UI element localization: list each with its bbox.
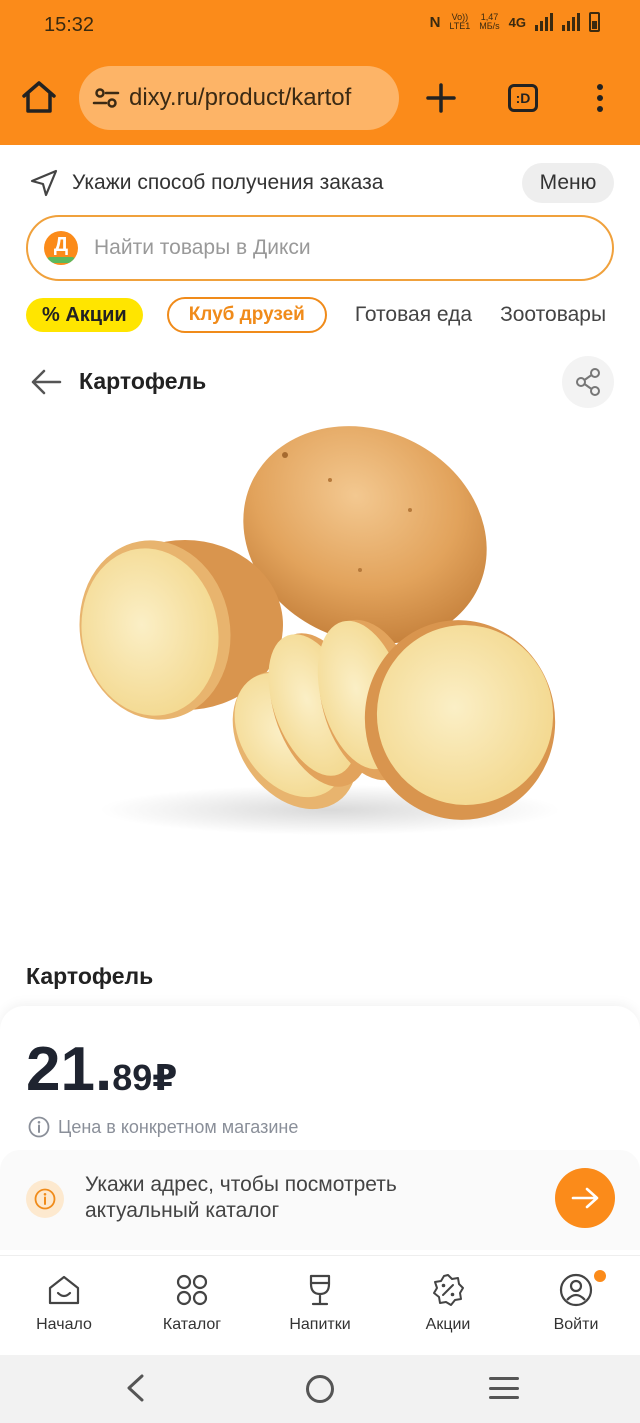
dixy-logo-icon: Д (44, 231, 78, 265)
logo-letter: Д (53, 233, 69, 256)
tab-home[interactable]: Начало (0, 1256, 128, 1356)
network-speed-unit: MБ/s (479, 21, 500, 31)
catalog-grid-icon (176, 1274, 208, 1306)
status-icons: N Vo)) LTE1 1,47 MБ/s 4G (430, 12, 600, 32)
site-settings-icon[interactable] (91, 83, 121, 113)
search-bar[interactable]: Д (26, 215, 614, 281)
tab-catalog-label: Каталог (162, 1316, 222, 1333)
tab-login[interactable]: Войти (512, 1256, 640, 1356)
url-text[interactable]: dixy.ru/product/kartof (129, 84, 351, 112)
menu-button[interactable]: Меню (522, 163, 614, 203)
category-chips: % Акции Клуб друзей Готовая еда Зоотовар… (26, 297, 640, 333)
tabs-button[interactable]: :D (508, 84, 538, 112)
home-icon (48, 1275, 80, 1305)
system-home-icon[interactable] (306, 1375, 334, 1403)
nfc-icon: N (429, 13, 441, 31)
price-note: Цена в конкретном магазине (28, 1116, 298, 1138)
price-currency: ₽ (152, 1057, 178, 1098)
signal-icon-sim2 (562, 13, 580, 31)
info-icon (28, 1116, 50, 1138)
tab-login-label: Войти (553, 1316, 599, 1333)
browser-home-icon[interactable] (20, 78, 58, 116)
tab-catalog[interactable]: Каталог (128, 1256, 256, 1356)
delivery-prompt: Укажи способ получения заказа (72, 171, 384, 194)
page-title: Картофель (79, 368, 207, 394)
share-icon[interactable] (562, 356, 614, 408)
browser-chrome: 15:32 N Vo)) LTE1 1,47 MБ/s 4G dixy.ru/p… (0, 0, 640, 145)
discount-badge-icon (433, 1274, 464, 1306)
bottom-tab-bar: Начало Каталог Напитки Акции Войти (0, 1255, 640, 1355)
address-go-button[interactable] (555, 1168, 615, 1228)
system-navigation-bar (0, 1355, 640, 1423)
tab-home-label: Начало (36, 1316, 92, 1333)
volte-indicator: Vo)) LTE1 (449, 13, 470, 31)
tab-drinks[interactable]: Напитки (256, 1256, 384, 1356)
tab-promos-label: Акции (425, 1316, 471, 1333)
price-note-text: Цена в конкретном магазине (58, 1116, 299, 1137)
chip-promotions[interactable]: % Акции (26, 298, 143, 332)
delivery-method-selector[interactable]: Укажи способ получения заказа (28, 167, 383, 199)
product-price: 21 . 89 ₽ (26, 1034, 177, 1105)
back-arrow-icon[interactable] (30, 368, 62, 396)
price-integer: 21 (26, 1035, 95, 1104)
product-title-bar: Картофель (0, 350, 640, 420)
system-recents-icon[interactable] (489, 1377, 519, 1399)
battery-icon (589, 12, 600, 32)
network-speed: 1,47 MБ/s (479, 13, 499, 31)
user-profile-icon (559, 1273, 593, 1307)
tab-drinks-label: Напитки (289, 1316, 351, 1333)
arrow-right-icon (571, 1187, 599, 1209)
browser-menu-icon[interactable] (588, 80, 612, 116)
chip-friends-club[interactable]: Клуб друзей (166, 297, 327, 333)
chip-pet-goods[interactable]: Зоотовары (500, 303, 606, 327)
system-back-icon[interactable] (122, 1373, 148, 1403)
network-type: 4G (508, 14, 526, 30)
signal-icon (535, 13, 553, 31)
search-input[interactable] (94, 236, 574, 260)
tab-promos[interactable]: Акции (384, 1256, 512, 1356)
lte-label: LTE1 (449, 21, 471, 31)
address-prompt-text: Укажи адрес, чтобы посмотреть актуальный… (85, 1173, 397, 1222)
new-tab-icon[interactable] (422, 79, 460, 117)
notification-dot (594, 1270, 606, 1282)
address-banner[interactable]: Укажи адрес, чтобы посмотреть актуальный… (0, 1150, 640, 1250)
screen: 15:32 N Vo)) LTE1 1,47 MБ/s 4G dixy.ru/p… (0, 0, 640, 1423)
status-time: 15:32 (44, 14, 95, 36)
price-separator: . (94, 1035, 113, 1104)
address-bar[interactable]: dixy.ru/product/kartof (79, 66, 399, 130)
chip-ready-food[interactable]: Готовая еда (355, 303, 472, 327)
price-fraction: 89 (112, 1057, 153, 1098)
potato-image (79, 426, 560, 835)
warning-info-icon (26, 1180, 64, 1218)
status-bar: 15:32 N Vo)) LTE1 1,47 MБ/s 4G (0, 0, 640, 52)
wine-glass-icon (309, 1274, 331, 1306)
product-name: Картофель (26, 963, 154, 989)
product-image (0, 420, 640, 950)
location-arrow-icon (30, 169, 58, 197)
site-header: Укажи способ получения заказа Меню Д % А… (0, 145, 640, 350)
